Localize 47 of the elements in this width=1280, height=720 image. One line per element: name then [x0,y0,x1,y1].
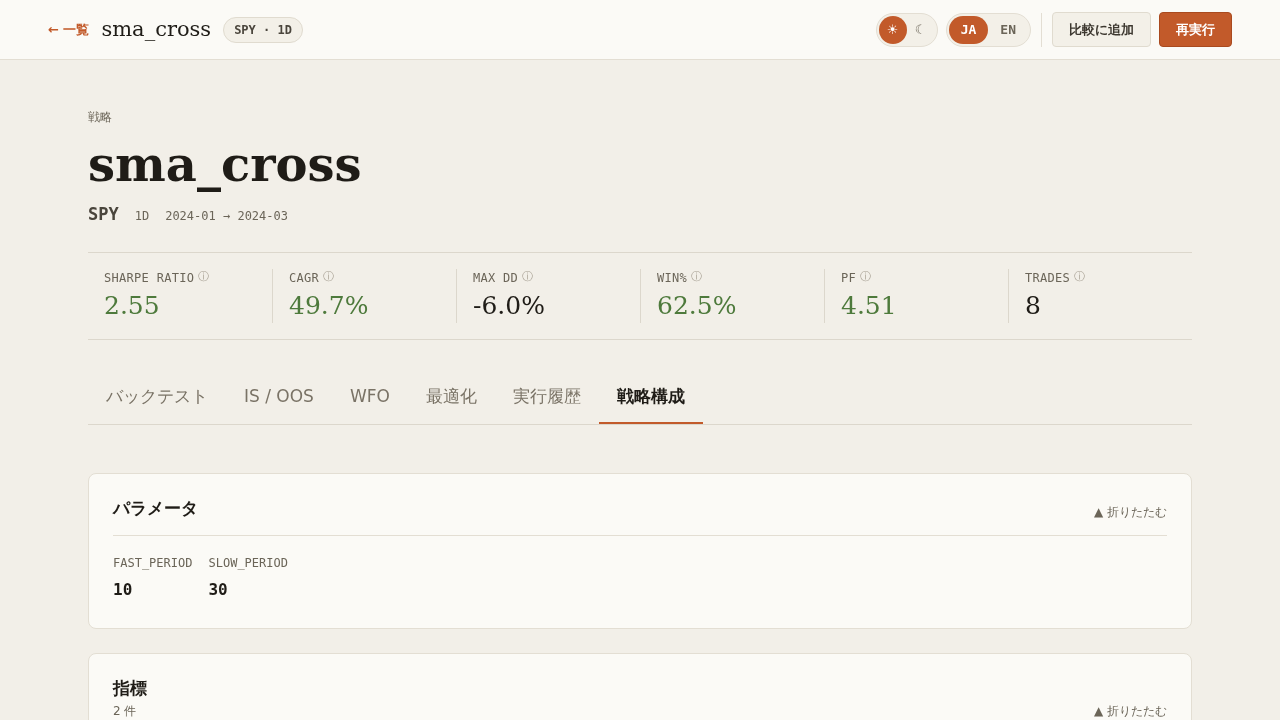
metric-value: 4.51 [841,289,897,322]
metric-label: CAGR [289,269,320,287]
info-icon[interactable]: ⓘ [860,269,872,286]
section-title: パラメータ [113,496,198,520]
toggle-option[interactable]: JA [948,15,989,44]
param-value: 30 [208,579,229,601]
metric-label: WIN% [657,269,688,287]
info-icon[interactable]: ⓘ [1074,269,1086,286]
metric-value: 49.7% [289,289,369,322]
tab[interactable]: バックテスト [88,371,226,424]
tab[interactable]: 戦略構成 [598,371,703,424]
section-count: 2 件 [113,702,138,720]
info-icon[interactable]: ⓘ [691,269,703,286]
tab[interactable]: 実行履歴 [494,371,599,424]
rerun-button[interactable]: 再実行 [1159,12,1232,47]
metric-value: 62.5% [657,289,737,322]
info-icon[interactable]: ⓘ [323,269,335,286]
toggle-option[interactable]: ☾ [906,15,935,44]
metric-label: TRADES [1025,269,1071,287]
eyebrow-label: 戦略 [88,109,113,126]
metric-value: 2.55 [104,289,160,322]
section-title: 指標 [113,677,147,700]
metric-label: PF [841,269,857,287]
add-compare-button[interactable]: 比較に追加 [1052,12,1151,47]
collapse-button[interactable]: ▲ 折りたたむ [1093,503,1167,521]
metric-value: 8 [1025,289,1041,322]
toggle-option[interactable]: EN [988,15,1028,44]
param-value: 10 [113,579,134,601]
info-icon[interactable]: ⓘ [198,269,210,286]
param-name: SLOW_PERIOD [208,555,288,572]
tab[interactable]: 最適化 [407,371,495,424]
page-title: sma_cross [88,135,362,194]
tab[interactable]: IS / OOS [226,371,332,424]
metric-label: SHARPE RATIO [104,269,195,287]
symbol-text: SPY [88,203,119,226]
date-range-text: 2024-01 → 2024-03 [165,208,288,225]
param-name: FAST_PERIOD [113,555,193,572]
header-title: sma_cross [101,15,212,43]
tab[interactable]: WFO [331,371,408,424]
collapse-button[interactable]: ▲ 折りたたむ [1093,701,1167,720]
metric-label: MAX DD [473,269,519,287]
symbol-badge: SPY · 1D [223,16,303,43]
timeframe-text: 1D [134,208,150,225]
back-link[interactable]: ← 一覧 [48,19,90,40]
toggle-option[interactable]: ☀ [878,15,907,44]
info-icon[interactable]: ⓘ [522,269,534,286]
metric-value: -6.0% [473,289,545,322]
